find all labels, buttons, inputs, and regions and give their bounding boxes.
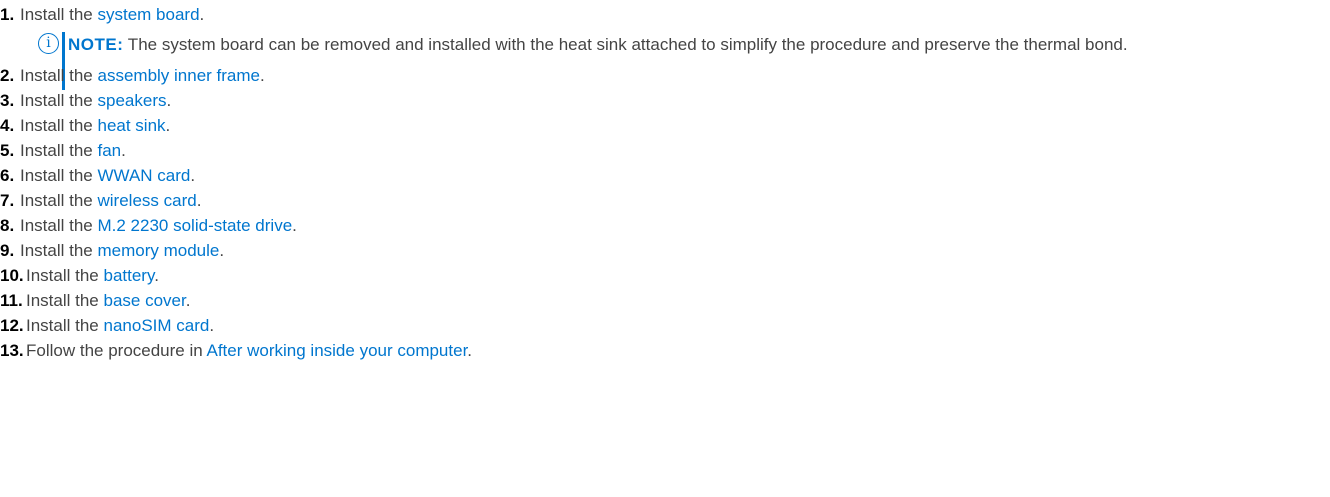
step-number: 5. (0, 141, 15, 160)
note-text: The system board can be removed and inst… (123, 35, 1128, 54)
note-label: NOTE: (68, 35, 124, 54)
link-assembly-inner-frame[interactable]: assembly inner frame (98, 66, 261, 85)
link-base-cover[interactable]: base cover (104, 291, 186, 310)
step-text: Install the (26, 266, 104, 285)
link-fan[interactable]: fan (98, 141, 122, 160)
step-4: 4. Install the heat sink. (0, 113, 1330, 138)
step-suffix: . (165, 116, 171, 135)
step-9: 9. Install the memory module. (0, 238, 1330, 263)
step-suffix: . (121, 141, 126, 160)
step-10: 10. Install the battery. (0, 263, 1330, 288)
step-suffix: . (219, 241, 225, 260)
step-5: 5. Install the fan. (0, 138, 1330, 163)
step-number: 10. (0, 266, 24, 285)
step-suffix: . (209, 316, 215, 335)
step-suffix: . (190, 166, 196, 185)
step-suffix: . (467, 341, 473, 360)
link-battery[interactable]: battery (104, 266, 155, 285)
step-text: Follow the procedure in (26, 341, 207, 360)
step-suffix: . (196, 191, 202, 210)
step-suffix: . (199, 5, 205, 24)
step-7: 7. Install the wireless card. (0, 188, 1330, 213)
step-text: Install the (20, 5, 98, 24)
step-suffix: . (154, 266, 159, 285)
step-text: Install the (20, 91, 98, 110)
step-number: 6. (0, 166, 15, 185)
step-8: 8. Install the M.2 2230 solid-state driv… (0, 213, 1330, 238)
step-text: Install the (26, 291, 104, 310)
step-suffix: . (260, 66, 265, 85)
step-3: 3. Install the speakers. (0, 88, 1330, 113)
step-number: 11. (0, 291, 23, 310)
step-13: 13. Follow the procedure in After workin… (0, 338, 1330, 363)
step-suffix: . (185, 291, 191, 310)
step-number: 9. (0, 241, 15, 260)
link-heat-sink[interactable]: heat sink (98, 116, 166, 135)
link-m2-ssd[interactable]: M.2 2230 solid-state drive (98, 216, 293, 235)
step-text: Install the (26, 316, 104, 335)
step-1: 1. Install the system board. i NOTE: The… (0, 2, 1330, 90)
step-text: Install the (20, 66, 98, 85)
step-suffix: . (292, 216, 297, 235)
step-number: 7. (0, 191, 15, 210)
note-box: i NOTE: The system board can be removed … (20, 30, 1322, 90)
step-text: Install the (20, 166, 98, 185)
link-wwan-card[interactable]: WWAN card (98, 166, 191, 185)
step-text: Install the (20, 216, 98, 235)
link-nanosim-card[interactable]: nanoSIM card (104, 316, 210, 335)
link-system-board[interactable]: system board (98, 5, 200, 24)
link-speakers[interactable]: speakers (98, 91, 167, 110)
step-12: 12. Install the nanoSIM card. (0, 313, 1330, 338)
step-number: 4. (0, 116, 15, 135)
step-number: 8. (0, 216, 15, 235)
link-memory-module[interactable]: memory module (98, 241, 220, 260)
step-number: 2. (0, 66, 15, 85)
link-after-working-inside[interactable]: After working inside your computer (207, 341, 468, 360)
step-number: 12. (0, 316, 24, 335)
step-suffix: . (166, 91, 172, 110)
step-text: Install the (20, 241, 98, 260)
step-text: Install the (20, 191, 98, 210)
step-6: 6. Install the WWAN card. (0, 163, 1330, 188)
step-number: 13. (0, 341, 24, 360)
step-text: Install the (20, 141, 98, 160)
step-text: Install the (20, 116, 98, 135)
info-icon: i (38, 33, 59, 54)
note-body: NOTE: The system board can be removed an… (68, 30, 1322, 60)
link-wireless-card[interactable]: wireless card (98, 191, 197, 210)
step-2: 2. Install the assembly inner frame. (0, 63, 1330, 88)
step-number: 1. (0, 5, 15, 24)
step-number: 3. (0, 91, 15, 110)
step-11: 11. Install the base cover. (0, 288, 1330, 313)
procedure-steps: 1. Install the system board. i NOTE: The… (0, 2, 1330, 363)
